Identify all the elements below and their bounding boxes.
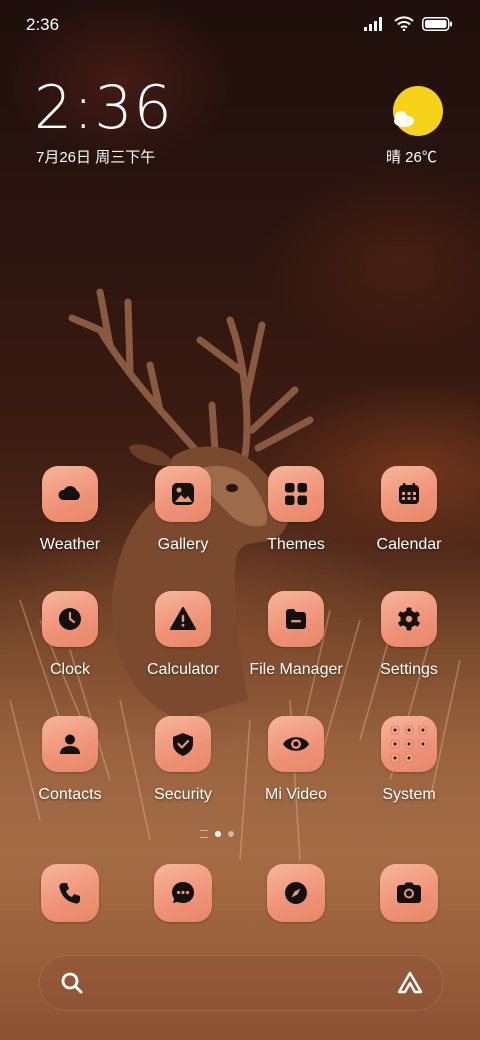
eye-icon [283,737,309,751]
gear-icon [398,607,420,631]
compass-icon [285,882,307,904]
app-label: Mi Video [265,786,327,803]
clock-widget-time[interactable]: 2:36 [34,78,173,138]
dock-phone[interactable] [14,864,126,922]
app-settings[interactable]: Settings [353,591,465,679]
search-bar[interactable] [39,955,443,1011]
app-tile[interactable] [42,716,98,772]
sun-cloud-icon[interactable] [388,84,444,140]
app-clock[interactable]: Clock [14,591,126,679]
app-label: File Manager [249,661,343,678]
shield-icon [173,733,193,756]
app-tile[interactable] [380,864,438,922]
search-icon[interactable] [60,971,84,995]
app-tile[interactable] [267,864,325,922]
weather-widget-text: 晴 26℃ [386,149,437,166]
signal-icon [364,16,382,31]
app-file-manager[interactable]: File Manager [240,591,352,679]
wifi-icon [394,16,414,31]
clock-widget-date: 7月26日 周三下午 [36,149,156,166]
assistant-icon[interactable] [396,970,424,996]
app-tile[interactable] [155,466,211,522]
home-screen: 2:36 2:36 7月26日 周三下午 晴 26℃ Weather Galle… [0,0,480,1040]
feed-page-icon [200,830,208,838]
app-label: Gallery [157,536,209,553]
app-label: Weather [39,536,101,553]
status-bar: 2:36 [0,0,480,50]
camera-icon [397,882,421,903]
app-tile[interactable] [154,864,212,922]
app-tile[interactable] [42,466,98,522]
page-dot-active [215,831,221,837]
app-label: System [382,786,436,803]
app-contacts[interactable]: Contacts [14,716,126,804]
calendar-icon [399,483,419,504]
app-label: Calendar [376,536,442,553]
person-icon [60,734,80,754]
app-label: Contacts [38,786,102,803]
app-tile[interactable] [268,591,324,647]
app-calculator[interactable]: Calculator [127,591,239,679]
status-time: 2:36 [26,15,60,34]
grid-icon [285,483,307,505]
app-label: Clock [49,661,90,678]
app-tile[interactable] [381,591,437,647]
cloud-icon [58,486,80,500]
app-weather[interactable]: Weather [14,466,126,554]
app-tile[interactable] [155,591,211,647]
chat-icon [172,882,194,903]
app-system-folder[interactable]: System [353,716,465,804]
page-indicator[interactable] [200,830,234,838]
app-label: Themes [267,536,325,553]
app-tile[interactable] [41,864,99,922]
app-themes[interactable]: Themes [240,466,352,554]
warning-icon [170,607,196,630]
app-label: Settings [380,661,438,678]
app-tile[interactable] [268,466,324,522]
page-dot [228,831,234,837]
folder-icon [286,609,306,629]
app-mi-video[interactable]: Mi Video [240,716,352,804]
phone-icon [59,883,80,904]
app-tile[interactable] [42,591,98,647]
dock-camera[interactable] [353,864,465,922]
battery-icon [422,16,452,31]
folder-grid-icon [390,725,428,763]
app-tile[interactable] [155,716,211,772]
app-label: Security [154,786,212,803]
app-label: Calculator [146,661,220,678]
app-tile[interactable] [381,716,437,772]
app-gallery[interactable]: Gallery [127,466,239,554]
app-tile[interactable] [381,466,437,522]
app-calendar[interactable]: Calendar [353,466,465,554]
image-icon [172,483,194,505]
clock-icon [59,608,81,630]
dock-messages[interactable] [127,864,239,922]
app-security[interactable]: Security [127,716,239,804]
dock-browser[interactable] [240,864,352,922]
app-tile[interactable] [268,716,324,772]
